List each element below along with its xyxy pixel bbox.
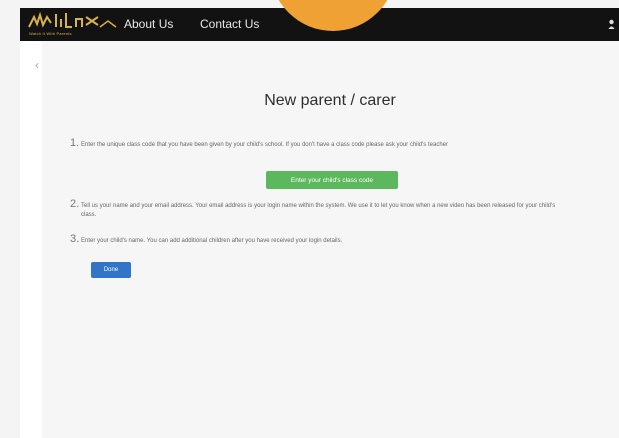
- site-logo[interactable]: Watch It With Parents: [28, 11, 118, 38]
- step-3-number: 3.: [70, 233, 80, 245]
- enter-class-code-button[interactable]: Enter your child's class code: [266, 171, 398, 189]
- nav-about-us[interactable]: About Us: [124, 17, 173, 31]
- step-1: 1. Enter the unique class code that you …: [70, 138, 561, 150]
- step-2-number: 2.: [70, 198, 80, 210]
- user-icon[interactable]: [608, 19, 615, 29]
- nav-contact-us[interactable]: Contact Us: [200, 17, 259, 31]
- logo-text: Watch It With Parents: [29, 31, 72, 36]
- step-1-number: 1.: [70, 137, 80, 149]
- step-1-text: Enter the unique class code that you hav…: [81, 142, 448, 148]
- logo-skyline-icon: [28, 11, 117, 28]
- step-3-text: Enter your child's name. You can add add…: [81, 238, 343, 244]
- done-button[interactable]: Done: [91, 262, 131, 278]
- page-title: New parent / carer: [264, 92, 396, 109]
- step-3: 3. Enter your child's name. You can add …: [70, 234, 561, 246]
- step-2-text: Tell us your name and your email address…: [81, 203, 556, 218]
- step-2: 2. Tell us your name and your email addr…: [70, 199, 561, 219]
- back-chevron-icon[interactable]: ‹: [35, 58, 39, 72]
